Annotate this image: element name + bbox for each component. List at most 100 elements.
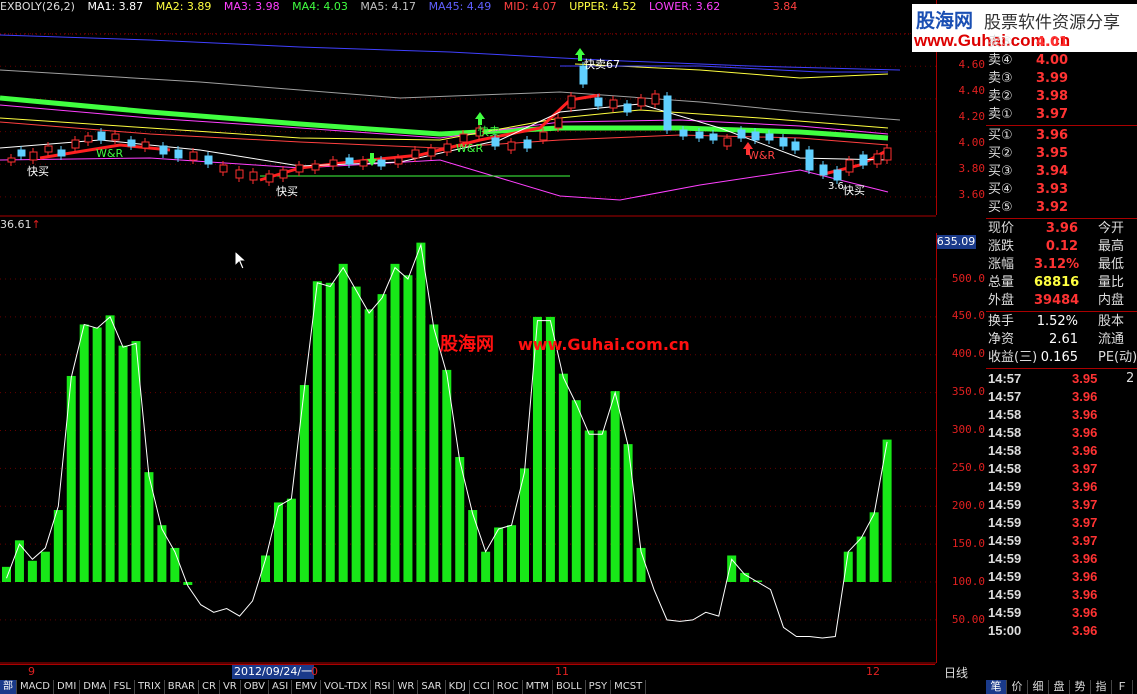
indicator-tab[interactable]: ASI: [269, 680, 293, 694]
detail-tab[interactable]: 价: [1007, 680, 1028, 694]
indicator-tab[interactable]: EMV: [292, 680, 321, 694]
volume-tick: 150.0: [951, 537, 985, 550]
indicator-tab[interactable]: 部: [0, 680, 17, 694]
trade-time: 14:59: [988, 533, 1022, 548]
candle-body: [873, 153, 882, 165]
trade-time: 14:59: [988, 497, 1022, 512]
trade-row: 14:59 3.96: [986, 604, 1137, 622]
order-sell-row: 卖② 3.98: [986, 88, 1137, 106]
candle-body: [833, 169, 842, 181]
detail-tab[interactable]: 细: [1028, 680, 1049, 694]
watermark-cn: 股海网: [440, 334, 494, 355]
quote-row: 涨幅 3.12% 最低: [986, 256, 1137, 274]
indicator-tab[interactable]: SAR: [418, 680, 446, 694]
indicator-tab[interactable]: DMA: [80, 680, 111, 694]
trade-time: 14:59: [988, 479, 1022, 494]
annotation-wr: W&R: [748, 149, 776, 162]
price-tick: 3.60: [958, 188, 986, 201]
volume-bar: [545, 316, 555, 582]
date-axis: 9 2012/09/24/一 0 11 12: [0, 664, 935, 679]
indicator-tab[interactable]: OBV: [241, 680, 269, 694]
fundamental-right-label: PE(动): [1098, 350, 1137, 365]
volume-bar: [869, 512, 879, 582]
trade-price: 3.97: [1072, 461, 1098, 476]
quote-value: 0.12: [1045, 239, 1078, 254]
upper-value: UPPER: 4.52: [569, 0, 637, 13]
trade-row: 14:59 3.96: [986, 586, 1137, 604]
indicator-tab[interactable]: WR: [394, 680, 419, 694]
order-price: 3.94: [1036, 164, 1069, 179]
candle-body: [427, 147, 436, 157]
trade-time: 14:57: [988, 389, 1022, 404]
indicator-tab[interactable]: MACD: [17, 680, 54, 694]
indicator-tab[interactable]: CCI: [470, 680, 494, 694]
detail-tab[interactable]: 盘: [1049, 680, 1070, 694]
detail-tab[interactable]: Ｆ: [1112, 680, 1133, 694]
trade-time: 14:59: [988, 587, 1022, 602]
order-buy-row: 买③ 3.94: [986, 163, 1137, 181]
trade-extra: 2: [1126, 371, 1135, 386]
detail-tab[interactable]: 指: [1091, 680, 1112, 694]
indicator-tab[interactable]: PSY: [586, 680, 612, 694]
quote-right-label: 量比: [1098, 275, 1125, 290]
indicator-tab[interactable]: RSI: [371, 680, 395, 694]
candle-body: [57, 149, 66, 157]
trade-time: 14:58: [988, 461, 1022, 476]
quote-value: 68816: [1034, 275, 1080, 290]
candle-body: [695, 131, 704, 139]
volume-bar: [338, 263, 348, 582]
indicator-tab[interactable]: KDJ: [446, 680, 470, 694]
volume-bar: [403, 275, 413, 582]
volume-bar: [584, 430, 594, 582]
mouse-cursor-icon: [234, 250, 248, 270]
detail-tab[interactable]: 笔: [986, 680, 1007, 694]
candle-body: [663, 95, 672, 131]
indicator-tab[interactable]: CR: [199, 680, 220, 694]
volume-bar: [507, 525, 517, 582]
indicator-tab[interactable]: FSL: [110, 680, 135, 694]
volume-bar: [14, 540, 24, 582]
indicator-tab[interactable]: BOLL: [553, 680, 586, 694]
order-price: 3.93: [1036, 182, 1069, 197]
indicator-tab[interactable]: VOL-TDX: [321, 680, 372, 694]
annotation-wr: W&R: [456, 142, 484, 155]
volume-bar: [481, 551, 491, 582]
indicator-tab[interactable]: ROC: [494, 680, 523, 694]
order-sell-row: 卖① 3.97: [986, 106, 1137, 124]
volume-bar: [856, 536, 866, 582]
candle-body: [29, 151, 38, 161]
volume-tick: 200.0: [951, 499, 985, 512]
trade-row: 14:59 3.97: [986, 532, 1137, 550]
indicator-tab[interactable]: BRAR: [165, 680, 199, 694]
volume-tick: 100.0: [951, 575, 985, 588]
indicator-tab[interactable]: DMI: [54, 680, 81, 694]
fundamental-right-label: 股本: [1098, 314, 1125, 329]
detail-tabs: 笔价细盘势指Ｆ: [986, 680, 1137, 694]
ma4-value: MA4: 4.03: [292, 0, 348, 13]
fundamental-label: 收益(三): [988, 350, 1038, 365]
candle-body: [204, 155, 213, 165]
indicator-tab[interactable]: TRIX: [135, 680, 165, 694]
price-tick: 4.60: [958, 58, 986, 71]
quote-right-label: 最高: [1098, 239, 1125, 254]
fundamental-value: 1.52%: [1036, 314, 1078, 329]
indicator-tab[interactable]: MCST: [611, 680, 647, 694]
watermark-url: www.Guhai.com.cn: [518, 335, 690, 354]
order-sell-row: 卖⑤ 4.01: [986, 34, 1137, 52]
order-label: 卖④: [988, 53, 1013, 68]
indicator-tab[interactable]: MTM: [523, 680, 553, 694]
indicator-tab[interactable]: VR: [220, 680, 241, 694]
annotation-fast-sell: 快卖: [478, 125, 500, 138]
candle-body: [567, 95, 576, 109]
detail-tab[interactable]: 势: [1070, 680, 1091, 694]
trade-price: 3.96: [1072, 389, 1098, 404]
price-tick: 4.00: [958, 136, 986, 149]
period-selector[interactable]: 日线: [944, 664, 968, 681]
trade-row: 14:57 3.95 2: [986, 370, 1137, 388]
trade-time: 14:59: [988, 515, 1022, 530]
candle-body: [377, 159, 386, 167]
candle-body: [539, 131, 548, 141]
volume-bar: [105, 315, 115, 582]
ma45-line: [0, 34, 901, 71]
order-price: 3.99: [1036, 71, 1069, 86]
